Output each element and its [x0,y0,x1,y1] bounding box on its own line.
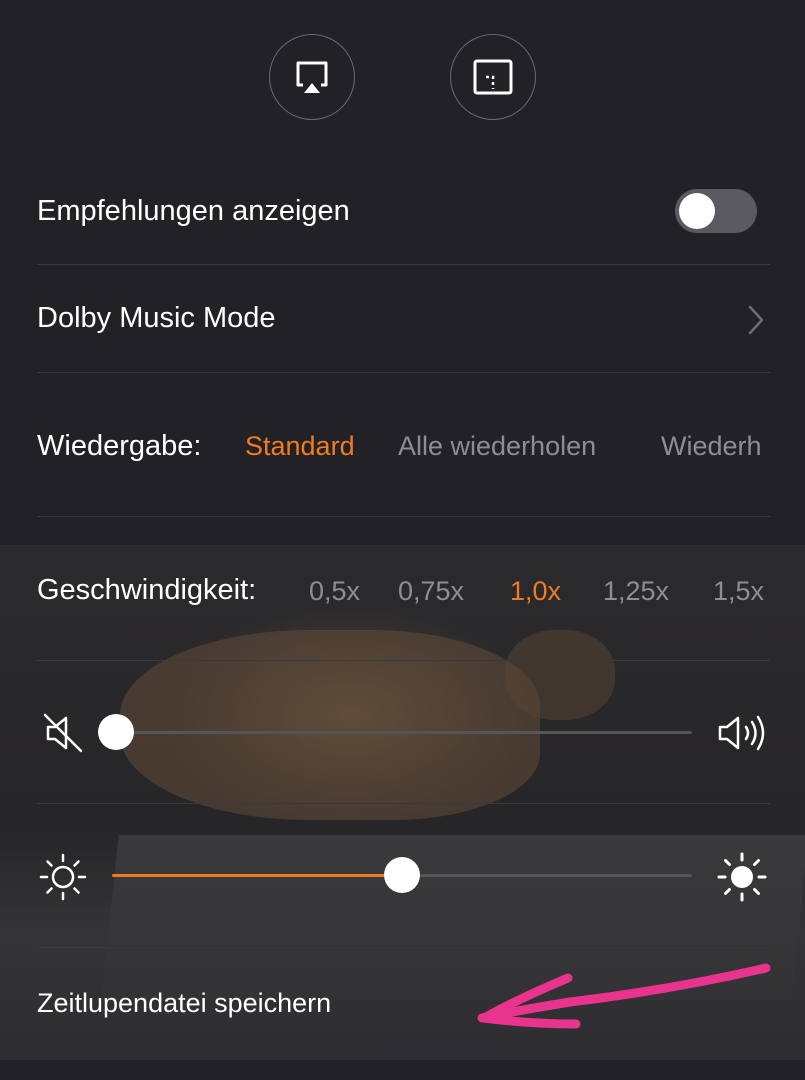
playback-option-clip: Wiederh [661,431,771,462]
picture-in-picture-icon [473,59,513,95]
playback-option-repeat[interactable]: Wiederh [661,431,771,462]
annotation-arrow [477,963,771,1029]
volume-slider-thumb[interactable] [98,714,134,750]
brightness-high-icon[interactable] [717,852,767,902]
chevron-right-icon[interactable] [744,303,768,337]
playback-option-standard[interactable]: Standard [245,431,355,462]
dolby-music-mode-label[interactable]: Dolby Music Mode [37,302,276,335]
playback-option-repeat-all[interactable]: Alle wiederholen [398,431,596,462]
speed-option-0-75x[interactable]: 0,75x [398,576,464,607]
speed-option-1-5x[interactable]: 1,5x [713,576,764,607]
divider [37,803,770,804]
recommendations-label: Empfehlungen anzeigen [37,195,350,227]
playback-label: Wiedergabe: [37,430,202,462]
divider [37,660,770,661]
speed-option-1-0x[interactable]: 1,0x [510,576,561,607]
divider [37,264,770,265]
airplay-button[interactable] [269,34,355,120]
volume-slider-track[interactable] [118,731,692,734]
divider [37,516,770,517]
recommendations-toggle[interactable] [675,189,757,233]
brightness-slider-fill [112,874,402,877]
picture-in-picture-button[interactable] [450,34,536,120]
airplay-icon [296,61,328,93]
volume-mute-icon[interactable] [40,710,86,756]
divider [37,372,770,373]
brightness-low-icon[interactable] [38,852,88,902]
speed-label: Geschwindigkeit: [37,574,257,606]
brightness-slider-thumb[interactable] [384,857,420,893]
save-slowmo-label[interactable]: Zeitlupendatei speichern [37,988,331,1019]
volume-high-icon[interactable] [716,710,772,756]
divider [37,947,770,948]
speed-option-0-5x[interactable]: 0,5x [309,576,360,607]
speed-option-1-25x[interactable]: 1,25x [603,576,669,607]
toggle-knob [679,193,715,229]
